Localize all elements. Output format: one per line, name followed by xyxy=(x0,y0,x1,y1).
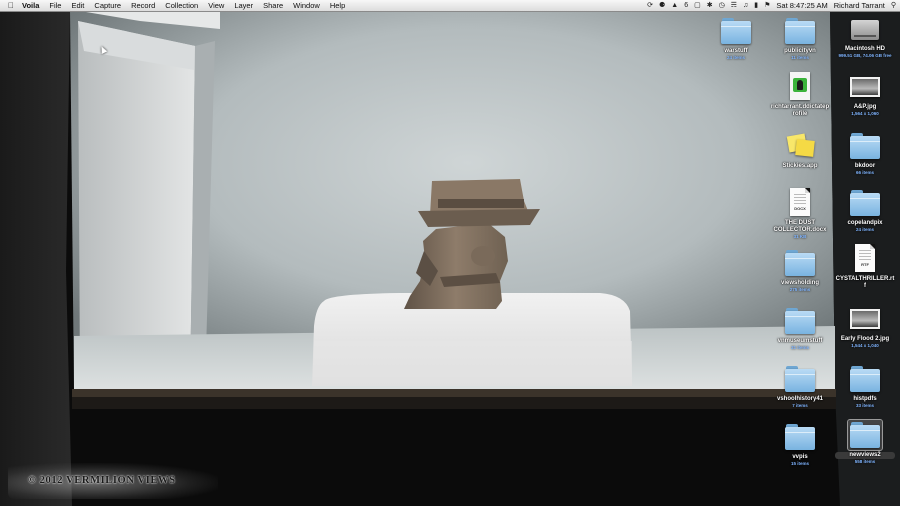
icon-info: 999.51 GB, 74.06 GB free xyxy=(838,53,892,58)
desktop-drive-macintosh-hd[interactable]: Macintosh HD 999.51 GB, 74.06 GB free xyxy=(835,14,895,59)
icon-label: publicityvn xyxy=(784,48,816,54)
watermark-text: © 2012 VERMILION VIEWS xyxy=(28,475,176,486)
wallpaper-photo xyxy=(0,11,900,506)
bluetooth-icon[interactable]: ✱ xyxy=(707,0,713,11)
copyright-watermark: © 2012 VERMILION VIEWS xyxy=(8,463,218,499)
time-machine-icon[interactable]: ◷ xyxy=(719,0,725,11)
user-menu[interactable]: Richard Tarrant xyxy=(834,0,885,11)
sync-status-icon[interactable]: ⟳ xyxy=(647,0,653,11)
folder-icon xyxy=(783,16,817,46)
battery-icon[interactable]: ▮ xyxy=(754,0,758,11)
desktop-folder-histpdfs[interactable]: histpdfs 33 items xyxy=(835,364,895,409)
notification-icon[interactable]: ▲ xyxy=(671,0,678,11)
icon-label: Early Flood 2.jpg xyxy=(840,336,890,342)
icon-info: 1,564 x 1,060 xyxy=(851,111,879,116)
menu-file[interactable]: File xyxy=(44,0,66,11)
icon-info: 7 items xyxy=(792,403,808,408)
menu-help[interactable]: Help xyxy=(325,0,350,11)
menu-edit[interactable]: Edit xyxy=(66,0,89,11)
icon-label: vshoolhistory41 xyxy=(776,396,823,402)
spotlight-icon[interactable]: ⚲ xyxy=(891,0,896,11)
profile-document-icon xyxy=(783,72,817,102)
stickies-app-icon xyxy=(783,131,817,161)
badge-count[interactable]: 6 xyxy=(684,0,688,11)
desktop-file-dust-collector-docx[interactable]: DOCX THE DUST COLLECTOR.docx 31 KB xyxy=(770,188,830,240)
folder-icon xyxy=(783,248,817,278)
icon-label: Macintosh HD xyxy=(844,46,885,52)
menu-record[interactable]: Record xyxy=(126,0,160,11)
menu-clock[interactable]: Sat 8:47:25 AM xyxy=(776,0,827,11)
photo-thumbnail-icon xyxy=(848,304,882,334)
icon-label: newviews2 xyxy=(835,452,895,459)
wifi-icon[interactable]: ☴ xyxy=(731,0,737,11)
mic-icon[interactable]: ⚈ xyxy=(659,0,665,11)
folder-icon xyxy=(783,306,817,336)
desktop-folder-newviews2[interactable]: newviews2 558 items xyxy=(835,419,895,465)
folder-icon xyxy=(848,364,882,394)
menu-share[interactable]: Share xyxy=(258,0,288,11)
icon-label: richtarrant.ddictateprofile xyxy=(770,104,830,117)
desktop-app-stickies[interactable]: Stickies.app xyxy=(770,131,830,170)
icon-info: 1,544 x 1,040 xyxy=(851,343,879,348)
menu-extras: ⟳ ⚈ ▲ 6 ▢ ✱ ◷ ☴ ♫ ▮ ⚑ Sat 8:47:25 AM Ric… xyxy=(647,0,896,11)
hard-drive-icon xyxy=(848,14,882,44)
icon-info: 275 items xyxy=(789,287,811,292)
desktop-file-ap-jpg[interactable]: A&P.jpg 1,564 x 1,060 xyxy=(835,72,895,117)
menu-layer[interactable]: Layer xyxy=(229,0,258,11)
app-menu[interactable]: Voila xyxy=(18,0,44,11)
desktop-file-cystalthriller-rtf[interactable]: RTF CYSTALTHRILLER.rtf xyxy=(835,244,895,290)
menu-bar:  Voila File Edit Capture Record Collect… xyxy=(0,0,900,12)
desktop-folder-warstuff[interactable]: warstuff 24 items xyxy=(706,16,766,61)
icon-label: A&P.jpg xyxy=(853,104,877,110)
desktop-folder-vvpis[interactable]: vvpis 15 items xyxy=(770,422,830,467)
rtf-document-icon: RTF xyxy=(848,244,882,274)
icon-info: 558 items xyxy=(854,459,876,464)
icon-label: CYSTALTHRILLER.rtf xyxy=(835,276,895,289)
desktop-folder-viewsholding[interactable]: viewsholding 275 items xyxy=(770,248,830,293)
desktop-folder-publicityvn[interactable]: publicityvn 11 items xyxy=(770,16,830,61)
menu-view[interactable]: View xyxy=(203,0,229,11)
desktop-file-dictate-profile[interactable]: richtarrant.ddictateprofile xyxy=(770,72,830,118)
desktop-folder-vshoolhistory41[interactable]: vshoolhistory41 7 items xyxy=(770,364,830,409)
menu-window[interactable]: Window xyxy=(288,0,325,11)
icon-label: histpdfs xyxy=(853,396,877,402)
desktop-wallpaper xyxy=(0,11,900,506)
folder-icon xyxy=(848,188,882,218)
menu-capture[interactable]: Capture xyxy=(89,0,126,11)
icon-info: 11 items xyxy=(791,55,809,60)
display-icon[interactable]: ▢ xyxy=(694,0,701,11)
icon-info: 66 items xyxy=(855,170,874,175)
icon-info: 24 items xyxy=(855,227,874,232)
apple-menu-icon[interactable]:  xyxy=(4,0,18,11)
icon-label: bkdoor xyxy=(854,163,876,169)
input-source-icon[interactable]: ⚑ xyxy=(764,0,770,11)
icon-label: warstuff xyxy=(724,48,748,54)
icon-label: copelandpix xyxy=(847,220,883,226)
folder-icon xyxy=(847,419,883,451)
desktop-file-early-flood-jpg[interactable]: Early Flood 2.jpg 1,544 x 1,040 xyxy=(835,304,895,349)
icon-label: vvpis xyxy=(792,454,808,460)
volume-icon[interactable]: ♫ xyxy=(743,0,748,11)
folder-icon xyxy=(783,364,817,394)
menu-collection[interactable]: Collection xyxy=(160,0,203,11)
icon-label: THE DUST COLLECTOR.docx xyxy=(773,220,827,233)
icon-label: vnmuseumstuff xyxy=(777,338,823,344)
icon-info: 15 items xyxy=(790,461,809,466)
folder-icon xyxy=(783,422,817,452)
desktop-folder-copelandpix[interactable]: copelandpix 24 items xyxy=(835,188,895,233)
docx-document-icon: DOCX xyxy=(783,188,817,218)
icon-label: Stickies.app xyxy=(782,163,818,169)
desktop-folder-bkdoor[interactable]: bkdoor 66 items xyxy=(835,131,895,176)
icon-info: 31 items xyxy=(790,345,809,350)
folder-icon xyxy=(848,131,882,161)
icon-info: 33 items xyxy=(855,403,874,408)
menu-bar-left:  Voila File Edit Capture Record Collect… xyxy=(0,0,350,11)
icon-label: viewsholding xyxy=(780,280,819,286)
desktop-folder-vnmuseumstuff[interactable]: vnmuseumstuff 31 items xyxy=(770,306,830,351)
folder-icon xyxy=(719,16,753,46)
icon-info: 31 KB xyxy=(793,234,807,239)
icon-info: 24 items xyxy=(726,55,745,60)
photo-thumbnail-icon xyxy=(848,72,882,102)
